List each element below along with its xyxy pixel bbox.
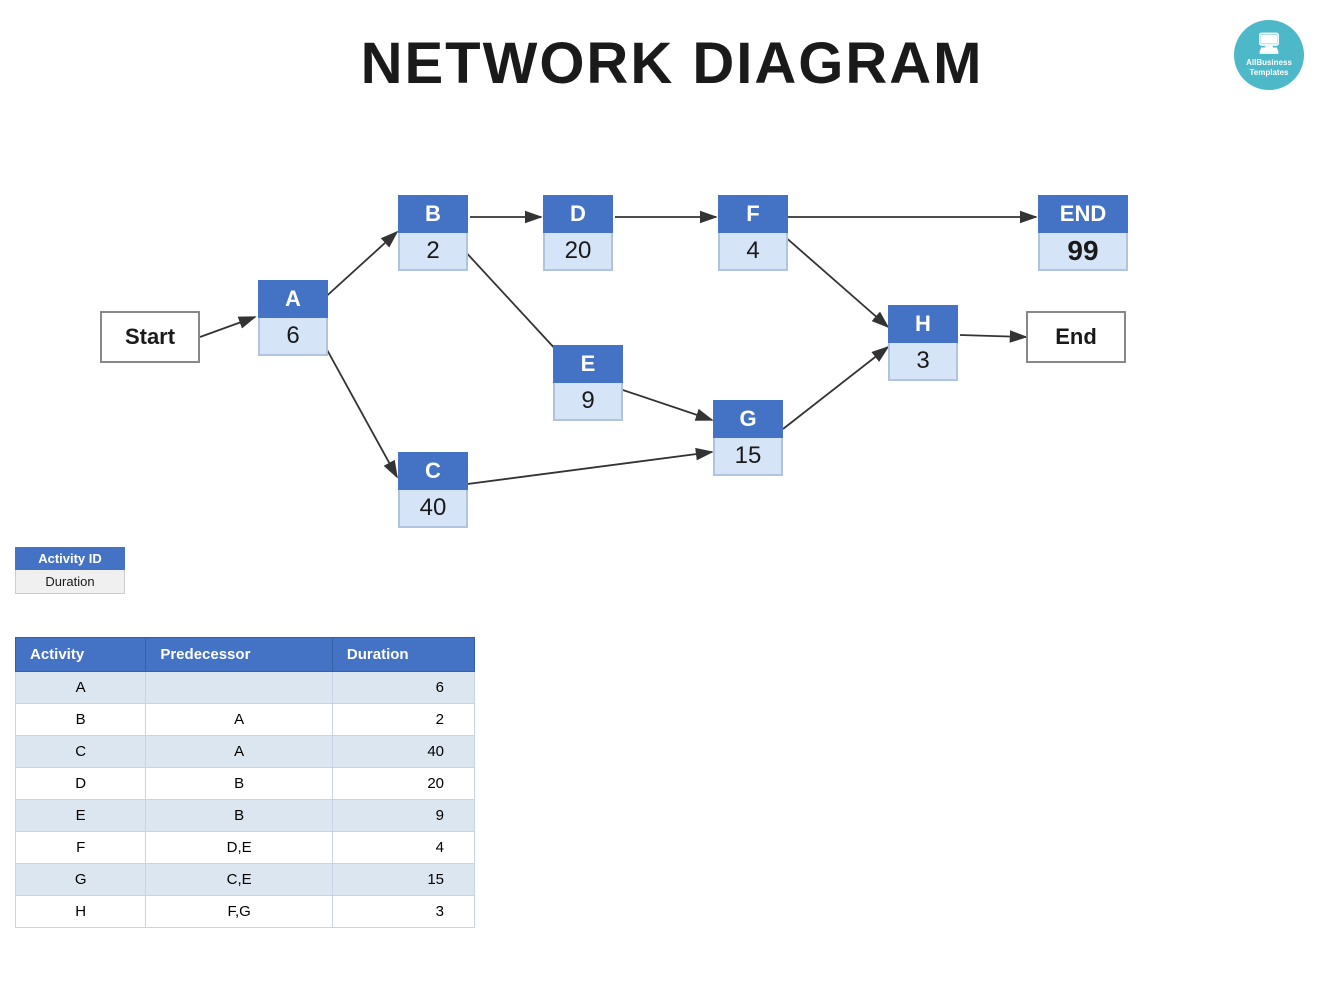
cell-duration: 6 [332,672,474,704]
node-B: B 2 [398,195,468,271]
logo-icon: 🖥 [1256,32,1281,56]
logo-line1: AllBusiness [1246,58,1292,68]
node-end-value: 99 [1038,233,1128,271]
node-E-value: 9 [553,383,623,421]
node-C: C 40 [398,452,468,528]
node-D-value: 20 [543,233,613,271]
table-row: HF,G3 [16,896,475,928]
legend-duration: Duration [15,570,125,594]
cell-predecessor: C,E [146,864,333,896]
cell-predecessor: A [146,704,333,736]
cell-activity: D [16,768,146,800]
logo: 🖥 AllBusiness Templates [1234,20,1304,90]
node-E: E 9 [553,345,623,421]
cell-duration: 3 [332,896,474,928]
node-D: D 20 [543,195,613,271]
table-row: BA2 [16,704,475,736]
node-A: A 6 [258,280,328,356]
cell-duration: 9 [332,800,474,832]
node-A-value: 6 [258,318,328,356]
node-A-label: A [258,280,328,318]
end-node-label: End [1055,324,1097,350]
node-F-label: F [718,195,788,233]
cell-predecessor [146,672,333,704]
page-header: NETWORK DIAGRAM 🖥 AllBusiness Templates [0,0,1344,107]
cell-activity: F [16,832,146,864]
legend: Activity ID Duration [15,547,125,594]
cell-predecessor: A [146,736,333,768]
node-end-label: END [1038,195,1128,233]
cell-predecessor: D,E [146,832,333,864]
cell-duration: 20 [332,768,474,800]
cell-duration: 4 [332,832,474,864]
node-C-label: C [398,452,468,490]
node-H-value: 3 [888,343,958,381]
activity-table: Activity Predecessor Duration A6BA2CA40D… [15,637,475,928]
cell-duration: 2 [332,704,474,736]
table-row: EB9 [16,800,475,832]
node-G: G 15 [713,400,783,476]
node-F-value: 4 [718,233,788,271]
end-node: End [1026,311,1126,363]
cell-activity: B [16,704,146,736]
cell-activity: E [16,800,146,832]
cell-activity: A [16,672,146,704]
node-G-value: 15 [713,438,783,476]
table-row: DB20 [16,768,475,800]
cell-activity: H [16,896,146,928]
cell-predecessor: F,G [146,896,333,928]
node-C-value: 40 [398,490,468,528]
node-B-value: 2 [398,233,468,271]
node-B-label: B [398,195,468,233]
table-row: CA40 [16,736,475,768]
cell-duration: 40 [332,736,474,768]
node-F: F 4 [718,195,788,271]
node-D-label: D [543,195,613,233]
node-H: H 3 [888,305,958,381]
cell-predecessor: B [146,800,333,832]
node-G-label: G [713,400,783,438]
table-header-row: Activity Predecessor Duration [16,638,475,672]
col-activity: Activity [16,638,146,672]
table-row: GC,E15 [16,864,475,896]
cell-predecessor: B [146,768,333,800]
cell-activity: G [16,864,146,896]
page-title: NETWORK DIAGRAM [0,30,1344,97]
col-duration: Duration [332,638,474,672]
cell-duration: 15 [332,864,474,896]
start-node: Start [100,311,200,363]
table-row: FD,E4 [16,832,475,864]
legend-activity-id: Activity ID [15,547,125,570]
table-row: A6 [16,672,475,704]
node-end-box: END 99 [1038,195,1128,271]
logo-line2: Templates [1250,68,1289,78]
node-E-label: E [553,345,623,383]
diagram-area: Start A 6 B 2 C 40 D 20 E 9 F 4 G 15 H 3… [0,117,1344,617]
node-H-label: H [888,305,958,343]
cell-activity: C [16,736,146,768]
table-section: Activity Predecessor Duration A6BA2CA40D… [0,617,1344,928]
col-predecessor: Predecessor [146,638,333,672]
arrows-overlay [0,117,1344,617]
